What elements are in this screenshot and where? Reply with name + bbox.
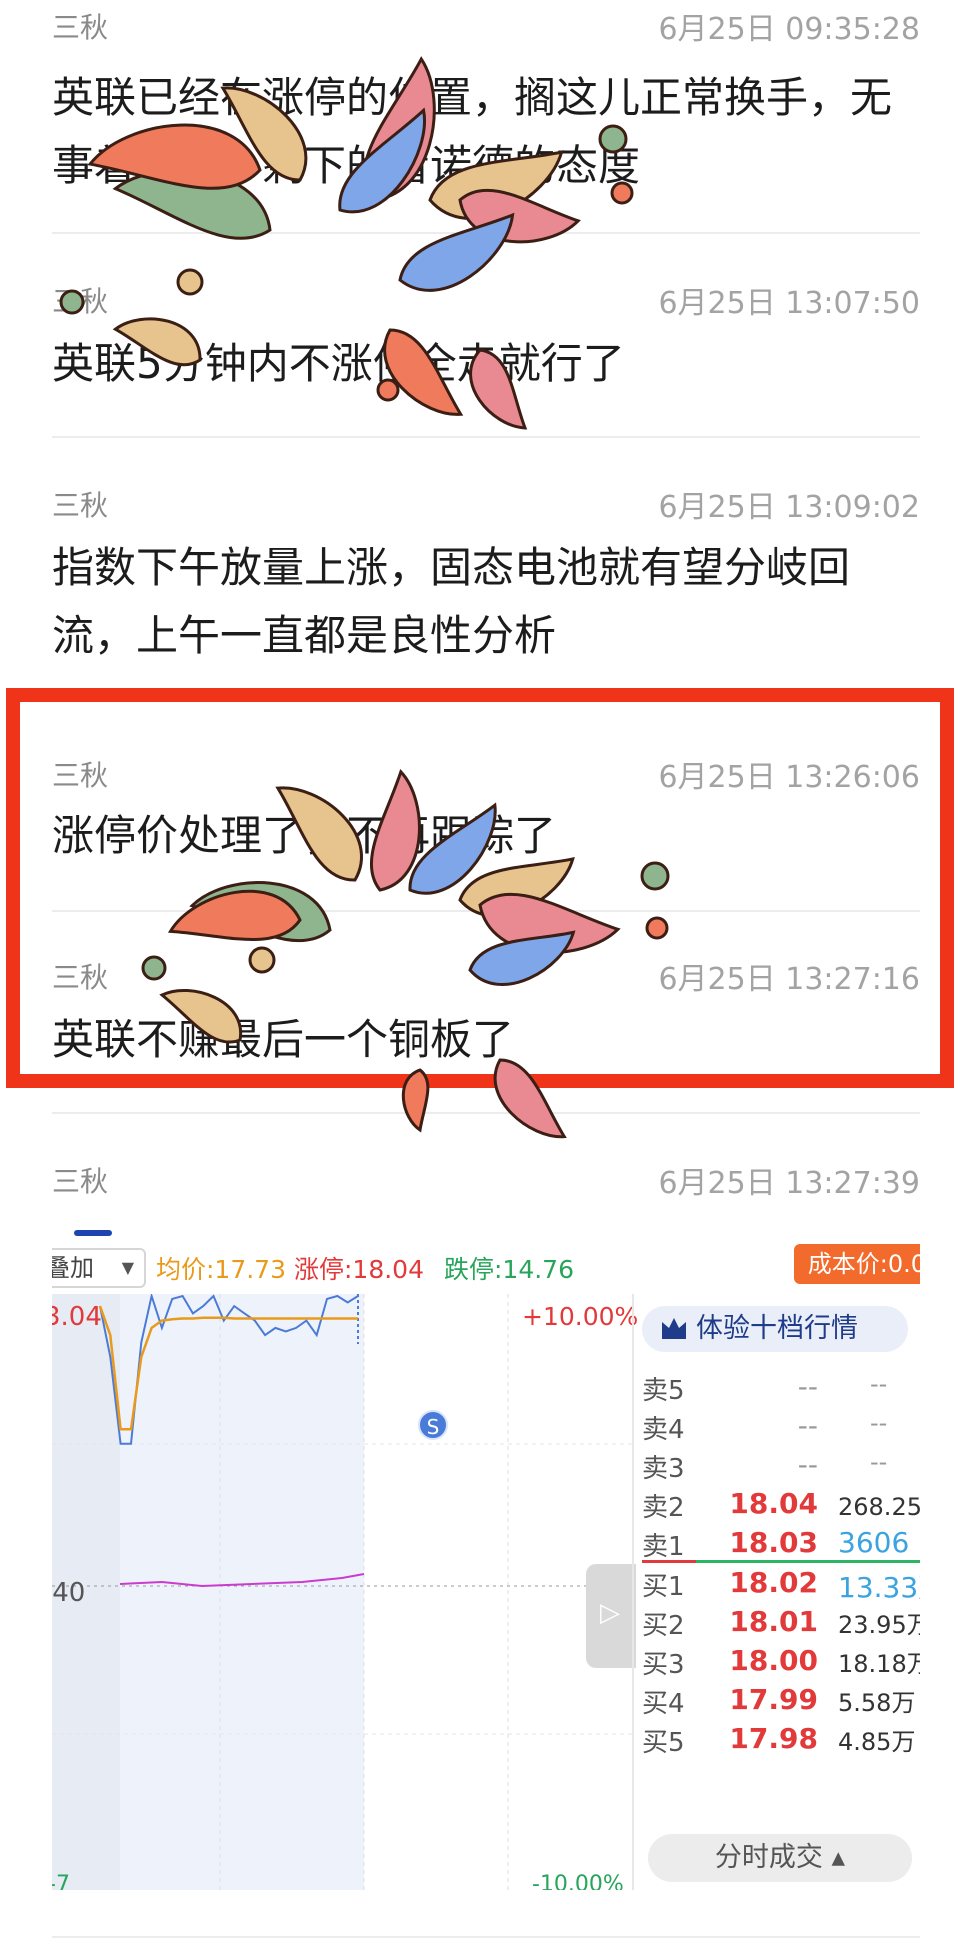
- orderbook-row: 卖2 18.04 268.25万: [642, 1487, 920, 1527]
- post-time: 6月25日 13:27:39: [658, 1166, 920, 1201]
- post-text: 指数下午放量上涨，固态电池就有望分岐回流，上午一直都是良性分析: [52, 543, 851, 660]
- orderbook-price: 18.01: [729, 1605, 818, 1638]
- orderbook-side: 买3: [642, 1650, 685, 1680]
- pct-top-label: +10.00%: [522, 1302, 639, 1331]
- limit-down-price: 跌停:14.76: [444, 1255, 574, 1284]
- orderbook-volume: 13.33万: [838, 1571, 920, 1604]
- orderbook-row: 买5 17.98 4.85万: [642, 1722, 920, 1762]
- post-text: 英联已经在涨停的位置，搁这儿正常换手，无事着就行，剩下的看诺德的态度: [52, 73, 893, 190]
- intraday-chart[interactable]: 3.04 .40 -7 +10.00% -10.00% S: [52, 1294, 638, 1890]
- divider: [52, 436, 920, 438]
- orderbook-row: 卖5 -- --: [642, 1370, 920, 1410]
- y-axis-top-label: 3.04: [52, 1302, 102, 1332]
- orderbook-price: 18.04: [729, 1487, 818, 1520]
- divider: [52, 910, 920, 912]
- orderbook-volume: 5.58万: [838, 1689, 916, 1717]
- confetti-drop: [398, 212, 515, 292]
- divider: [52, 1112, 920, 1114]
- crown-icon: [662, 1318, 686, 1339]
- y-axis-mid-label: .40: [52, 1578, 86, 1608]
- post-time: 6月25日 13:26:06: [658, 760, 920, 795]
- stock-chart-widget: 叠加 ▼ 均价:17.73 涨停:18.04 跌停:14.76 成本价:0.0 …: [52, 1230, 920, 1890]
- vip-level2-button[interactable]: 体验十档行情: [642, 1306, 908, 1352]
- orderbook-price: --: [797, 1448, 818, 1481]
- orderbook-row: 买1 18.02 13.33万: [642, 1566, 920, 1606]
- orderbook-price: --: [797, 1409, 818, 1442]
- orderbook-side: 买5: [642, 1728, 685, 1758]
- orderbook-volume: --: [870, 1370, 888, 1398]
- post-text: 英联不赚最后一个铜板了: [52, 1015, 515, 1064]
- bid-ask-separator: [642, 1560, 920, 1563]
- time-sales-button[interactable]: 分时成交 ▴: [648, 1834, 912, 1882]
- orderbook-side: 卖1: [642, 1532, 685, 1562]
- confetti-dot: [176, 268, 204, 296]
- session-shade: [120, 1294, 364, 1890]
- orderbook-side: 卖4: [642, 1415, 685, 1445]
- orderbook-volume: 268.25万: [838, 1493, 920, 1521]
- arrow-right-icon: ▷: [600, 1598, 620, 1628]
- orderbook-volume: --: [870, 1448, 888, 1476]
- orderbook-volume: 3606: [838, 1526, 910, 1559]
- orderbook-volume: 23.95万: [838, 1611, 920, 1639]
- post-time: 6月25日 13:09:02: [658, 490, 920, 525]
- post-time: 6月25日 09:35:28: [658, 12, 920, 47]
- limit-up-price: 涨停:18.04: [294, 1255, 424, 1284]
- orderbook-row: 卖4 -- --: [642, 1409, 920, 1449]
- post-text: 涨停价处理了，不再跟踪了: [52, 811, 557, 860]
- orderbook-row: 买3 18.00 18.18万: [642, 1644, 920, 1684]
- post-text: 英联5分钟内不涨停全走就行了: [52, 339, 625, 388]
- post-author: 三秋: [52, 489, 109, 522]
- pct-bottom-label: -10.00%: [532, 1872, 624, 1890]
- orderbook-row: 买2 18.01 23.95万: [642, 1605, 920, 1645]
- orderbook-price: 18.03: [729, 1526, 818, 1559]
- orderbook-row: 买4 17.99 5.58万: [642, 1683, 920, 1723]
- collapse-handle[interactable]: ▷: [586, 1564, 636, 1668]
- orderbook-price: 17.99: [729, 1683, 818, 1716]
- sell-marker[interactable]: S: [418, 1410, 448, 1440]
- post-time: 6月25日 13:27:16: [658, 962, 920, 997]
- post-author: 三秋: [52, 1165, 109, 1198]
- post-author: 三秋: [52, 961, 109, 994]
- orderbook-side: 卖2: [642, 1493, 685, 1523]
- orderbook-side: 卖3: [642, 1454, 685, 1484]
- orderbook-price: 18.02: [729, 1566, 818, 1599]
- avg-price: 均价:17.73: [156, 1255, 286, 1284]
- post-time: 6月25日 13:07:50: [658, 286, 920, 321]
- y-axis-bottom-label: -7: [52, 1872, 70, 1890]
- divider: [52, 1936, 920, 1938]
- cost-price-badge[interactable]: 成本价:0.0: [793, 1244, 920, 1284]
- orderbook-side: 卖5: [642, 1376, 685, 1406]
- orderbook-row: 卖3 -- --: [642, 1448, 920, 1488]
- orderbook-volume: --: [870, 1409, 888, 1437]
- post-author: 三秋: [52, 285, 109, 318]
- orderbook-side: 买2: [642, 1611, 685, 1641]
- orderbook: 体验十档行情 卖5----卖4----卖3----卖218.04268.25万卖…: [632, 1294, 920, 1890]
- orderbook-volume: 4.85万: [838, 1728, 916, 1756]
- orderbook-price: 18.00: [729, 1644, 818, 1677]
- post-author: 三秋: [52, 11, 109, 44]
- orderbook-side: 买4: [642, 1689, 685, 1719]
- orderbook-price: --: [797, 1370, 818, 1403]
- orderbook-side: 买1: [642, 1572, 685, 1602]
- overlay-select[interactable]: 叠加 ▼: [52, 1248, 146, 1288]
- chevron-down-icon: ▼: [121, 1258, 134, 1277]
- post-author: 三秋: [52, 759, 109, 792]
- orderbook-price: 17.98: [729, 1722, 818, 1755]
- intraday-chart-svg: [52, 1294, 632, 1890]
- vip-button-label: 体验十档行情: [696, 1313, 858, 1344]
- tab-indicator: [74, 1230, 112, 1236]
- orderbook-volume: 18.18万: [838, 1650, 920, 1678]
- overlay-label: 叠加: [52, 1254, 94, 1282]
- divider: [52, 232, 920, 234]
